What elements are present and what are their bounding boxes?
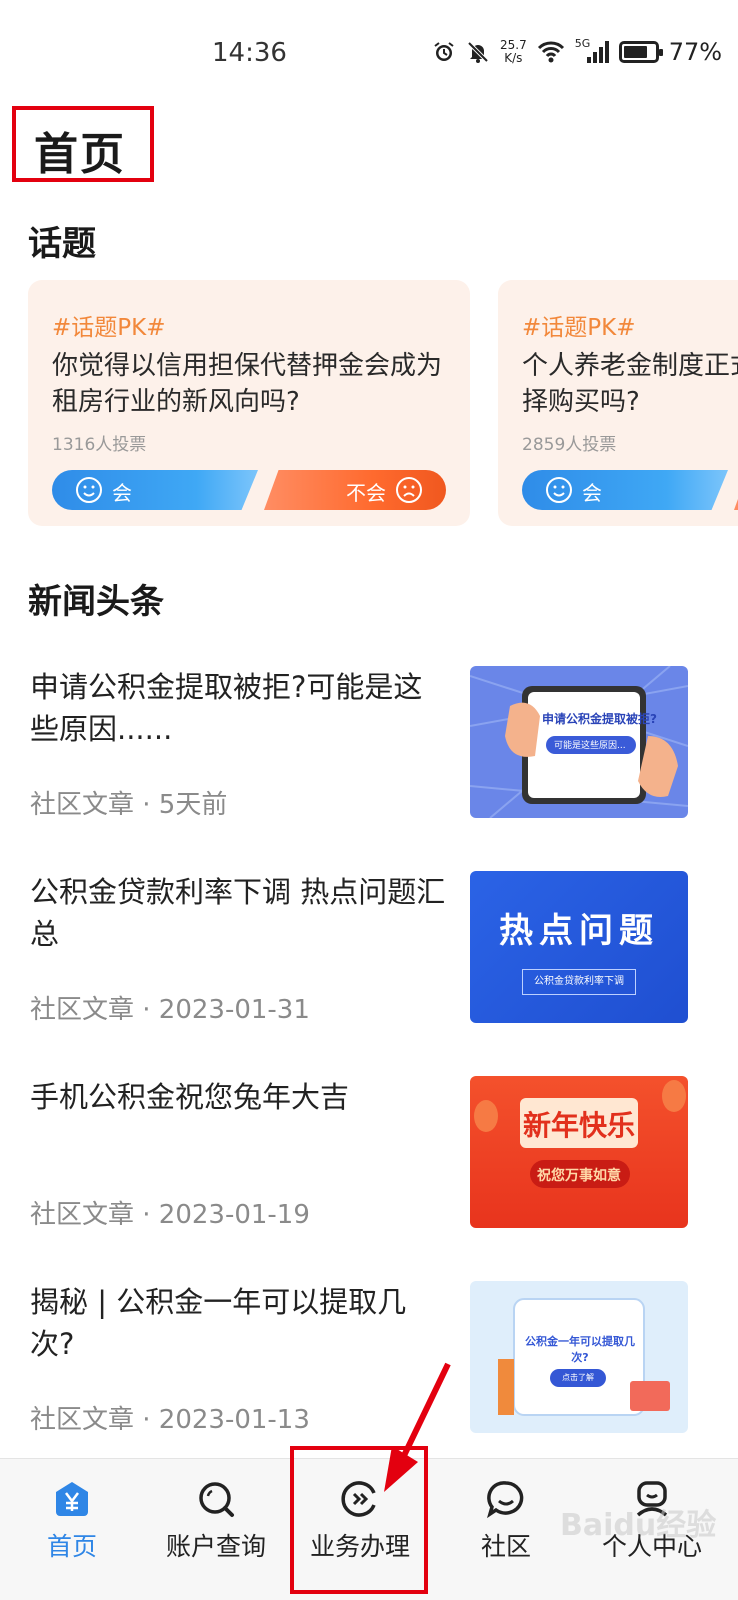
- news-title: 手机公积金祝您兔年大吉: [30, 1080, 350, 1114]
- news-item[interactable]: 申请公积金提取被拒?可能是这些原因...... 社区文章 · 5天前 申请公积金…: [0, 666, 738, 846]
- topic-tag: #话题PK#: [522, 315, 636, 341]
- news-meta: 社区文章 · 2023-01-19: [30, 1200, 310, 1230]
- red-arrow-icon: [384, 1362, 451, 1492]
- topic-question: 你觉得以信用担保代替押金会成为租房行业的新风向吗?: [52, 351, 443, 417]
- bell-off-icon: [467, 41, 489, 63]
- vote-yes-button[interactable]: 会: [522, 470, 728, 510]
- thumb-button: 祝您万事如意: [537, 1168, 621, 1184]
- nav-label: 社区: [480, 1532, 531, 1561]
- vote-no-button[interactable]: 不会: [264, 470, 446, 510]
- news-meta: 社区文章 · 2023-01-31: [30, 995, 310, 1025]
- thumb-title: 申请公积金提取被拒?: [542, 712, 657, 726]
- thumb-button: 点击了解: [562, 1373, 594, 1382]
- nav-label: 账户查询: [165, 1532, 266, 1561]
- smile-face-icon: [76, 477, 102, 503]
- topic-vote-count: 1316人投票: [52, 435, 147, 455]
- thumb-title: 公积金一年可以提取几次?: [525, 1335, 635, 1364]
- vote-yes-label: 会: [582, 481, 602, 505]
- net-speed-unit: K/s: [504, 51, 523, 65]
- news-thumbnail: 申请公积金提取被拒? 可能是这些原因...: [470, 666, 688, 818]
- topic-card[interactable]: #话题PK# 你觉得以信用担保代替押金会成为租房行业的新风向吗? 1316人投票…: [28, 280, 470, 526]
- sad-face-icon: [396, 477, 422, 503]
- vote-yes-label: 会: [112, 481, 132, 505]
- news-thumbnail: 新年快乐 祝您万事如意: [470, 1076, 688, 1228]
- signal-icon: 5G: [575, 37, 609, 65]
- news-thumbnail: 热点问题 公积金贷款利率下调: [470, 871, 688, 1023]
- watermark: Baidu经验: [560, 1508, 717, 1543]
- page-title: 首页: [34, 129, 126, 180]
- vote-no-button[interactable]: 不会: [734, 470, 738, 510]
- home-yuan-icon: [56, 1482, 88, 1516]
- vote-yes-button[interactable]: 会: [52, 470, 258, 510]
- search-icon: [199, 1482, 234, 1517]
- news-item[interactable]: 揭秘 | 公积金一年可以提取几次? 社区文章 · 2023-01-13 公积金一…: [0, 1281, 738, 1461]
- nav-item-account-query[interactable]: 账户查询: [146, 1459, 286, 1600]
- thumb-button: 可能是这些原因...: [554, 741, 626, 751]
- news-title: 公积金贷款利率下调 热点问题汇总: [30, 875, 446, 951]
- topic-tag: #话题PK#: [52, 315, 166, 341]
- thumb-title: 热点问题: [499, 911, 659, 951]
- news-meta: 社区文章 · 5天前: [30, 790, 228, 820]
- topics-section-title: 话题: [28, 224, 96, 264]
- topics-carousel[interactable]: #话题PK# 你觉得以信用担保代替押金会成为租房行业的新风向吗? 1316人投票…: [28, 280, 738, 526]
- topic-question: 个人养老金制度正式实施，你会选择购买吗?: [522, 351, 738, 417]
- net-speed: 25.7 K/s: [500, 39, 527, 65]
- vote-no-label: 不会: [346, 481, 386, 505]
- news-thumbnail: 公积金一年可以提取几次? 点击了解: [470, 1281, 688, 1433]
- news-item[interactable]: 公积金贷款利率下调 热点问题汇总 社区文章 · 2023-01-31 热点问题 …: [0, 871, 738, 1051]
- nav-item-home[interactable]: 首页: [2, 1459, 142, 1600]
- chat-bubble-icon: [487, 1481, 524, 1519]
- wifi-icon: [537, 41, 564, 63]
- status-time: 14:36: [212, 38, 287, 68]
- news-section-title: 新闻头条: [28, 582, 164, 622]
- thumb-title: 新年快乐: [522, 1109, 635, 1142]
- alarm-icon: [434, 42, 454, 61]
- news-title: 申请公积金提取被拒?可能是这些原因......: [30, 670, 423, 746]
- topic-vote-count: 2859人投票: [522, 435, 617, 455]
- battery-level: [623, 46, 647, 58]
- nav-label: 首页: [46, 1532, 97, 1561]
- lantern-decoration: [474, 1080, 686, 1188]
- battery-percent: 77%: [668, 38, 723, 66]
- smile-face-icon: [546, 477, 572, 503]
- battery-icon: [618, 41, 663, 63]
- status-bar: 14:36 25.7 K/s 5G 77%: [0, 0, 738, 100]
- topic-card[interactable]: #话题PK# 个人养老金制度正式实施，你会选择购买吗? 2859人投票 会 不会: [498, 280, 738, 526]
- status-icons: 25.7 K/s 5G 77%: [432, 36, 722, 68]
- news-item[interactable]: 手机公积金祝您兔年大吉 社区文章 · 2023-01-19 新年快乐 祝您万事如…: [0, 1076, 738, 1256]
- news-title: 揭秘 | 公积金一年可以提取几次?: [30, 1285, 407, 1361]
- thumb-button: 公积金贷款利率下调: [522, 969, 636, 995]
- news-meta: 社区文章 · 2023-01-13: [30, 1405, 310, 1435]
